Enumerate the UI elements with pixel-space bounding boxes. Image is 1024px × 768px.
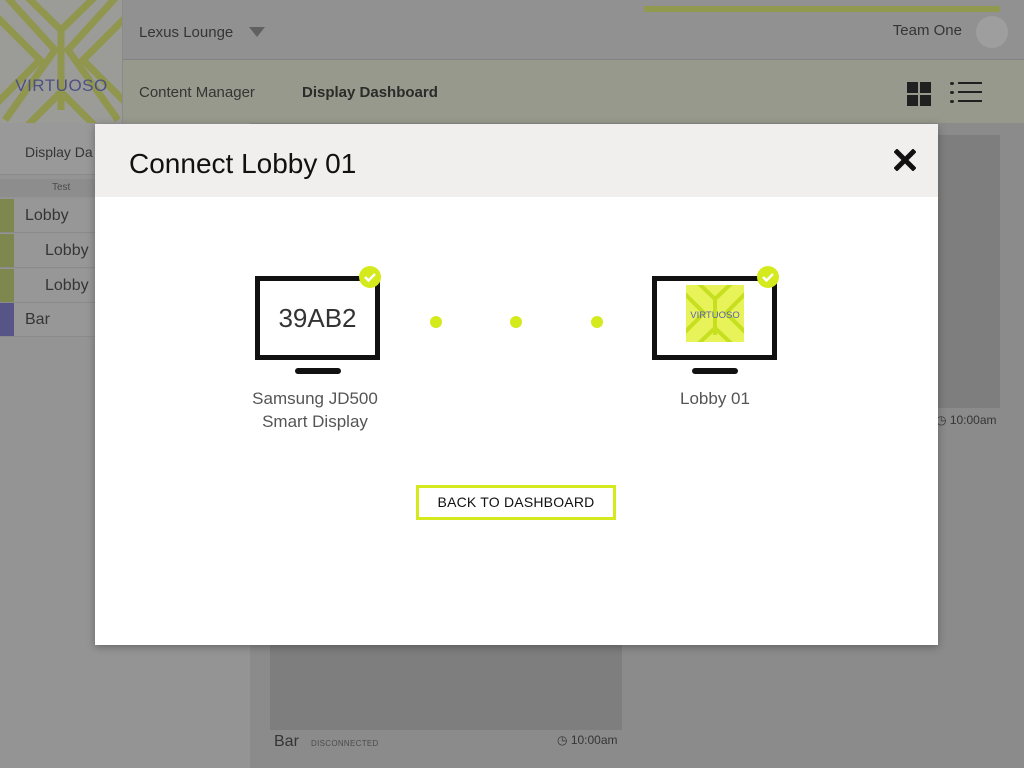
monitor-stand (692, 368, 738, 374)
modal-title: Connect Lobby 01 (129, 148, 357, 179)
back-to-dashboard-button[interactable]: BACK TO DASHBOARD (416, 485, 616, 520)
source-screen: 39AB2 (255, 276, 380, 360)
virtuoso-logo-icon: VIRTUOSO (686, 285, 744, 342)
target-display-device: VIRTUOSO (652, 276, 782, 376)
connect-modal: Connect Lobby 01 39AB2 Samsung JD500 Sma… (95, 124, 938, 645)
connection-dot (430, 316, 442, 328)
connection-dot (510, 316, 522, 328)
monitor-stand (295, 368, 341, 374)
pairing-code: 39AB2 (278, 303, 357, 333)
modal-header: Connect Lobby 01 (95, 124, 938, 197)
close-icon[interactable] (893, 148, 917, 172)
connection-dot (591, 316, 603, 328)
check-icon (359, 266, 381, 288)
svg-text:VIRTUOSO: VIRTUOSO (690, 310, 739, 321)
check-icon (757, 266, 779, 288)
source-display-device: 39AB2 (255, 276, 385, 376)
target-screen: VIRTUOSO (652, 276, 777, 360)
source-device-label: Samsung JD500 Smart Display (252, 389, 378, 431)
target-device-label: Lobby 01 (680, 389, 750, 408)
